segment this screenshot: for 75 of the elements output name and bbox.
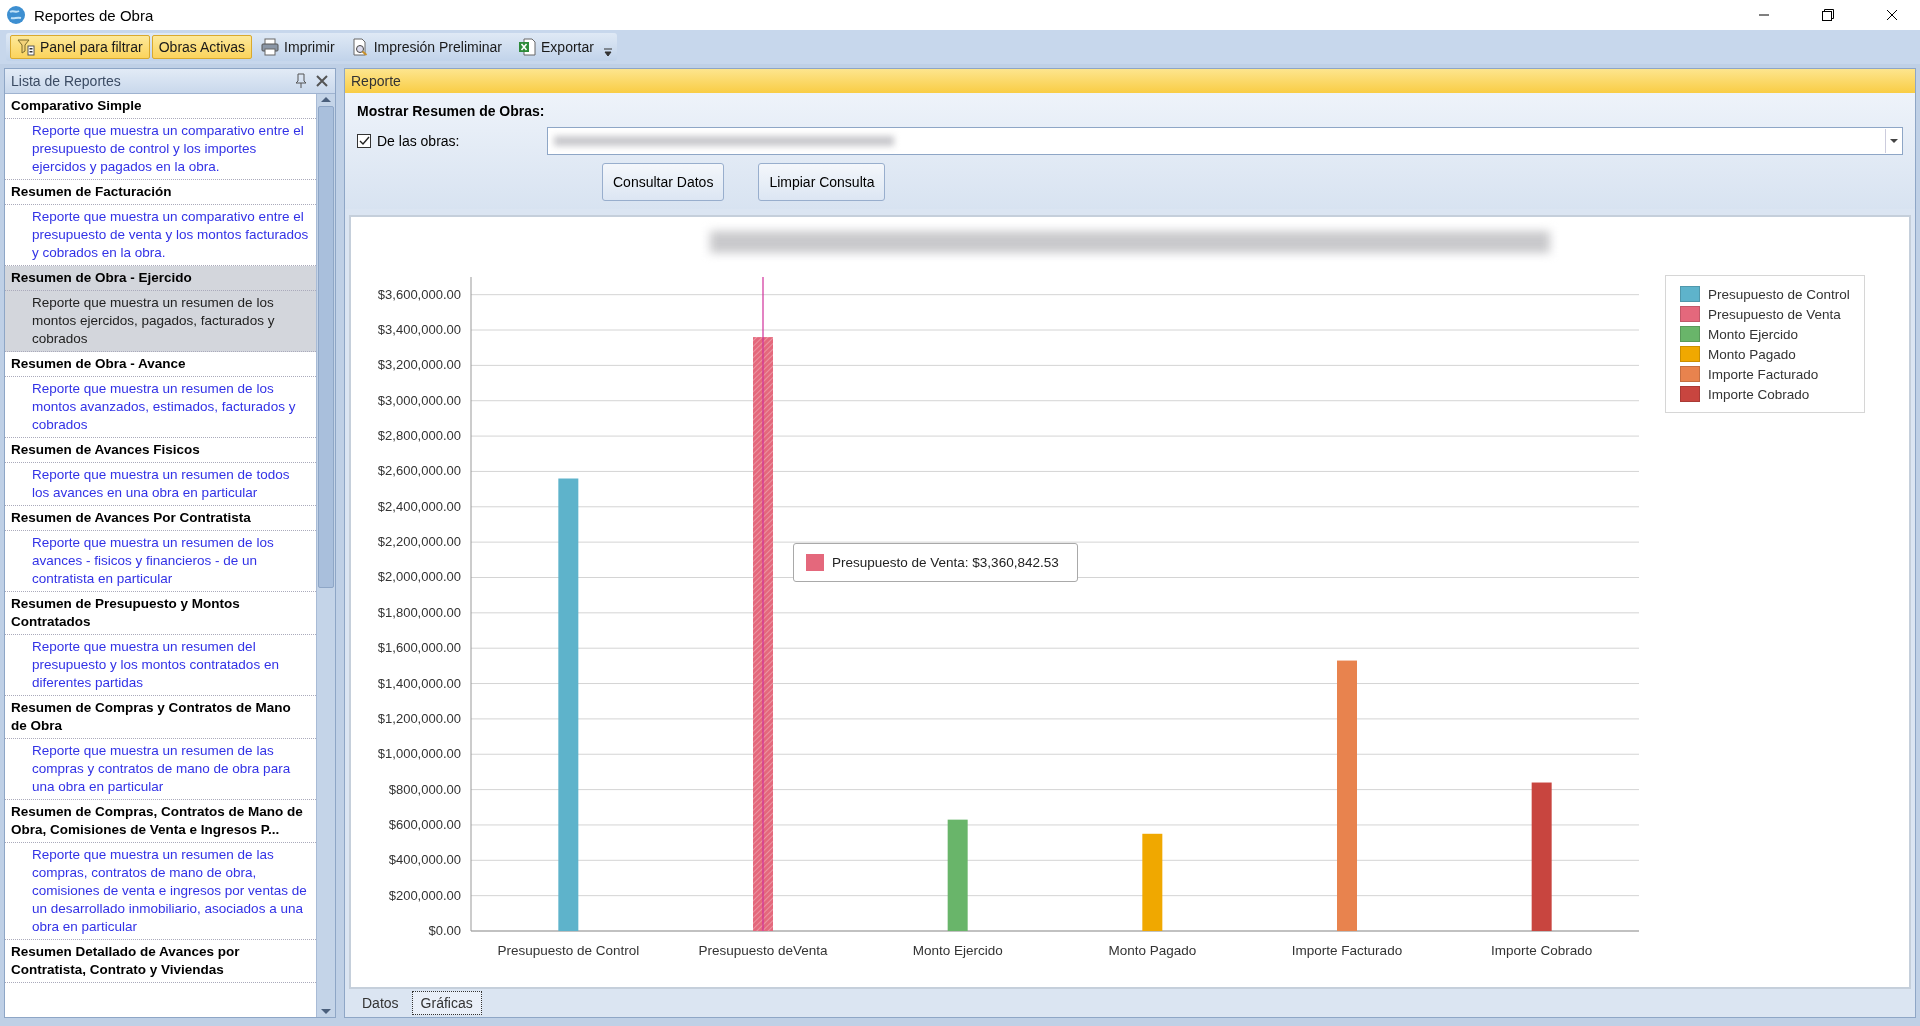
bar[interactable] <box>947 819 968 931</box>
y-tick-label: $200,000.00 <box>388 887 461 903</box>
view-tab[interactable]: Gráficas <box>411 991 482 1015</box>
legend-label: Monto Pagado <box>1708 346 1796 362</box>
legend-label: Importe Facturado <box>1708 366 1819 382</box>
tooltip-text: Presupuesto de Venta: $3,360,842.53 <box>832 555 1059 570</box>
checkbox[interactable] <box>357 134 371 148</box>
toolbar-button[interactable]: Exportar <box>511 35 601 59</box>
pin-icon[interactable] <box>295 73 307 89</box>
toolbar-button[interactable]: Obras Activas <box>151 35 253 59</box>
y-tick-label: $1,400,000.00 <box>377 675 461 691</box>
legend-label: Presupuesto de Control <box>1708 286 1850 302</box>
y-tick-label: $600,000.00 <box>388 816 461 832</box>
y-tick-label: $400,000.00 <box>388 852 461 868</box>
x-category-label: Monto Ejercido <box>912 943 1003 958</box>
scrollbar[interactable] <box>316 94 335 1017</box>
spreadsheet-icon <box>518 38 536 56</box>
y-tick-label: $3,400,000.00 <box>377 322 461 338</box>
panel-title: Lista de Reportes <box>11 73 122 89</box>
legend-label: Monto Ejercido <box>1708 326 1799 342</box>
y-tick-label: $800,000.00 <box>388 781 461 797</box>
section-heading: Mostrar Resumen de Obras: <box>357 103 546 119</box>
report-description: Reporte que muestra un resumen de las compras y contratos de mano de obra para una obra en particular <box>31 742 292 796</box>
y-tick-label: $3,000,000.00 <box>377 392 461 408</box>
legend-label: Presupuesto de Venta <box>1708 306 1841 322</box>
legend-label: Importe Cobrado <box>1708 386 1810 402</box>
y-tick-label: $3,600,000.00 <box>377 286 461 302</box>
x-category-label: Presupuesto de Control <box>497 943 640 958</box>
checkbox-label: De las obras: <box>377 133 460 149</box>
scroll-down-icon[interactable] <box>320 1007 332 1017</box>
y-tick-label: $2,800,000.00 <box>377 428 461 444</box>
report-description: Reporte que muestra un resumen del presupuesto y los montos contratados en diferentes partidas <box>31 638 280 692</box>
toolbar-button[interactable]: Panel para filtrar <box>10 35 150 59</box>
toolbar-button[interactable]: Imprimir <box>254 35 342 59</box>
y-tick-label: $3,200,000.00 <box>377 357 461 373</box>
dropdown-field[interactable] <box>547 127 1903 155</box>
view-tab[interactable]: Datos <box>353 991 408 1015</box>
x-category-label: Presupuesto deVenta <box>698 943 828 958</box>
query-button[interactable]: Limpiar Consulta <box>758 163 886 201</box>
query-button[interactable]: Consultar Datos <box>602 163 725 201</box>
x-category-label: Importe Cobrado <box>1491 943 1593 958</box>
bar[interactable] <box>1531 782 1552 931</box>
y-tick-label: $1,200,000.00 <box>377 710 461 726</box>
close-icon[interactable] <box>315 74 329 88</box>
restore-icon <box>1822 9 1834 21</box>
y-tick-label: $0.00 <box>428 923 461 938</box>
report-description: Reporte que muestra un resumen de los avances - fisicos y financieros - de un contratista en particular <box>31 534 275 588</box>
panel-title: Reporte <box>345 69 1915 93</box>
toolbar-button[interactable]: Impresión Preliminar <box>343 35 509 59</box>
y-tick-label: $1,000,000.00 <box>377 746 461 762</box>
report-description: Reporte que muestra un comparativo entre el presupuesto de venta y los montos facturados y cobrados en la obra. <box>31 208 310 262</box>
app-globe-icon <box>6 5 26 25</box>
y-tick-label: $1,800,000.00 <box>377 604 461 620</box>
bar[interactable] <box>1142 833 1163 931</box>
y-tick-label: $2,400,000.00 <box>377 498 461 514</box>
dropdown-caret-icon <box>1890 138 1898 144</box>
y-tick-label: $2,200,000.00 <box>377 534 461 550</box>
bar[interactable] <box>753 337 773 931</box>
report-description: Reporte que muestra un comparativo entre el presupuesto de control y los importes ejercidos y pagados en la obra. <box>31 122 305 176</box>
bar[interactable] <box>558 478 579 931</box>
report-description: Reporte que muestra un resumen de los montos ejercidos, pagados, facturados y cobrados <box>31 294 276 348</box>
page-magnifier-icon <box>350 38 369 56</box>
filter-icon <box>17 38 35 56</box>
report-list-item[interactable]: Resumen de Obra - Ejercido Reporte que muestra un resumen de los montos ejercidos, pagados, facturados y cobrados <box>5 266 316 352</box>
window-title: Reportes de Obra <box>34 6 155 24</box>
printer-icon <box>261 38 280 56</box>
report-description: Reporte que muestra un resumen de todos los avances en una obra en particular <box>31 466 291 502</box>
x-category-label: Monto Pagado <box>1108 943 1197 958</box>
y-tick-label: $1,600,000.00 <box>377 640 461 656</box>
x-category-label: Importe Facturado <box>1291 943 1403 958</box>
y-tick-label: $2,600,000.00 <box>377 463 461 479</box>
report-description: Reporte que muestra un resumen de las compras, contratos de mano de obra, comisiones de venta e ingresos por ventas de un desarrollado inmobiliario, asociados a una obra en particular <box>31 846 308 936</box>
close-icon <box>1886 9 1898 21</box>
y-tick-label: $2,000,000.00 <box>377 569 461 585</box>
report-description: Reporte que muestra un resumen de los montos avanzados, estimados, facturados y cobrados <box>31 380 297 434</box>
